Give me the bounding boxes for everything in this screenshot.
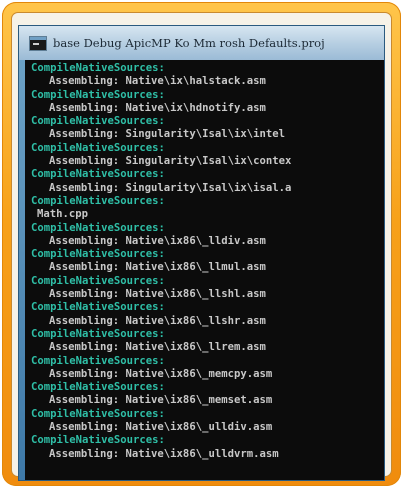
console-line-detail: Assembling: Native\ix86\_memcpy.asm [49,367,273,380]
console-line-header: CompileNativeSources: [31,141,165,154]
console-line-detail: Assembling: Singularity\Isal\ix\intel [49,128,285,141]
console-line-detail: Assembling: Native\ix\hdnotify.asm [49,101,266,114]
console-line-detail: Assembling: Singularity\Isal\ix\contex [49,155,292,168]
window-title: base Debug ApicMP Ko Mm rosh Defaults.pr… [53,36,325,50]
console-line-header: CompileNativeSources: [31,62,165,74]
console-line-detail: Assembling: Native\ix86\_memset.asm [49,394,273,407]
window-titlebar[interactable]: base Debug ApicMP Ko Mm rosh Defaults.pr… [19,26,384,60]
console-line-header: CompileNativeSources: [31,168,165,181]
console-line-header: CompileNativeSources: [31,407,165,420]
console-line-header: CompileNativeSources: [31,274,165,287]
console-output[interactable]: CompileNativeSources: Assembling: Native\… [25,60,384,480]
console-line-detail: Assembling: Native\ix86\_ulldiv.asm [49,421,273,434]
console-line-header: CompileNativeSources: [31,194,165,207]
console-line-header: CompileNativeSources: [31,248,165,261]
console-line-header: CompileNativeSources: [31,221,165,234]
console-line-header: CompileNativeSources: [31,354,165,367]
console-window[interactable]: base Debug ApicMP Ko Mm rosh Defaults.pr… [19,26,384,480]
console-line-header: CompileNativeSources: [31,434,165,447]
console-line-header: CompileNativeSources: [31,115,165,128]
console-line-header: CompileNativeSources: [31,381,165,394]
console-line-detail: Assembling: Native\ix86\_llrem.asm [49,341,266,354]
console-line-source: Math.cpp [37,208,89,221]
console-line-header: CompileNativeSources: [31,327,165,340]
console-line-detail: Assembling: Native\ix\halstack.asm [49,75,266,88]
console-line-header: CompileNativeSources: [31,88,165,101]
console-line-detail: Assembling: Native\ix86\_llshr.asm [49,314,266,327]
console-line-detail: Assembling: Native\ix86\_lldiv.asm [49,234,266,247]
console-line-detail: Assembling: Native\ix86\_llmul.asm [49,261,266,274]
console-line-detail: Assembling: Native\ix86\_ulldvrm.asm [49,447,279,460]
console-icon [29,35,47,51]
console-line-detail: Assembling: Singularity\Isal\ix\isal.a [49,181,292,194]
console-line-header: CompileNativeSources: [31,301,165,314]
console-line-detail: Assembling: Native\ix86\_llshl.asm [49,288,266,301]
